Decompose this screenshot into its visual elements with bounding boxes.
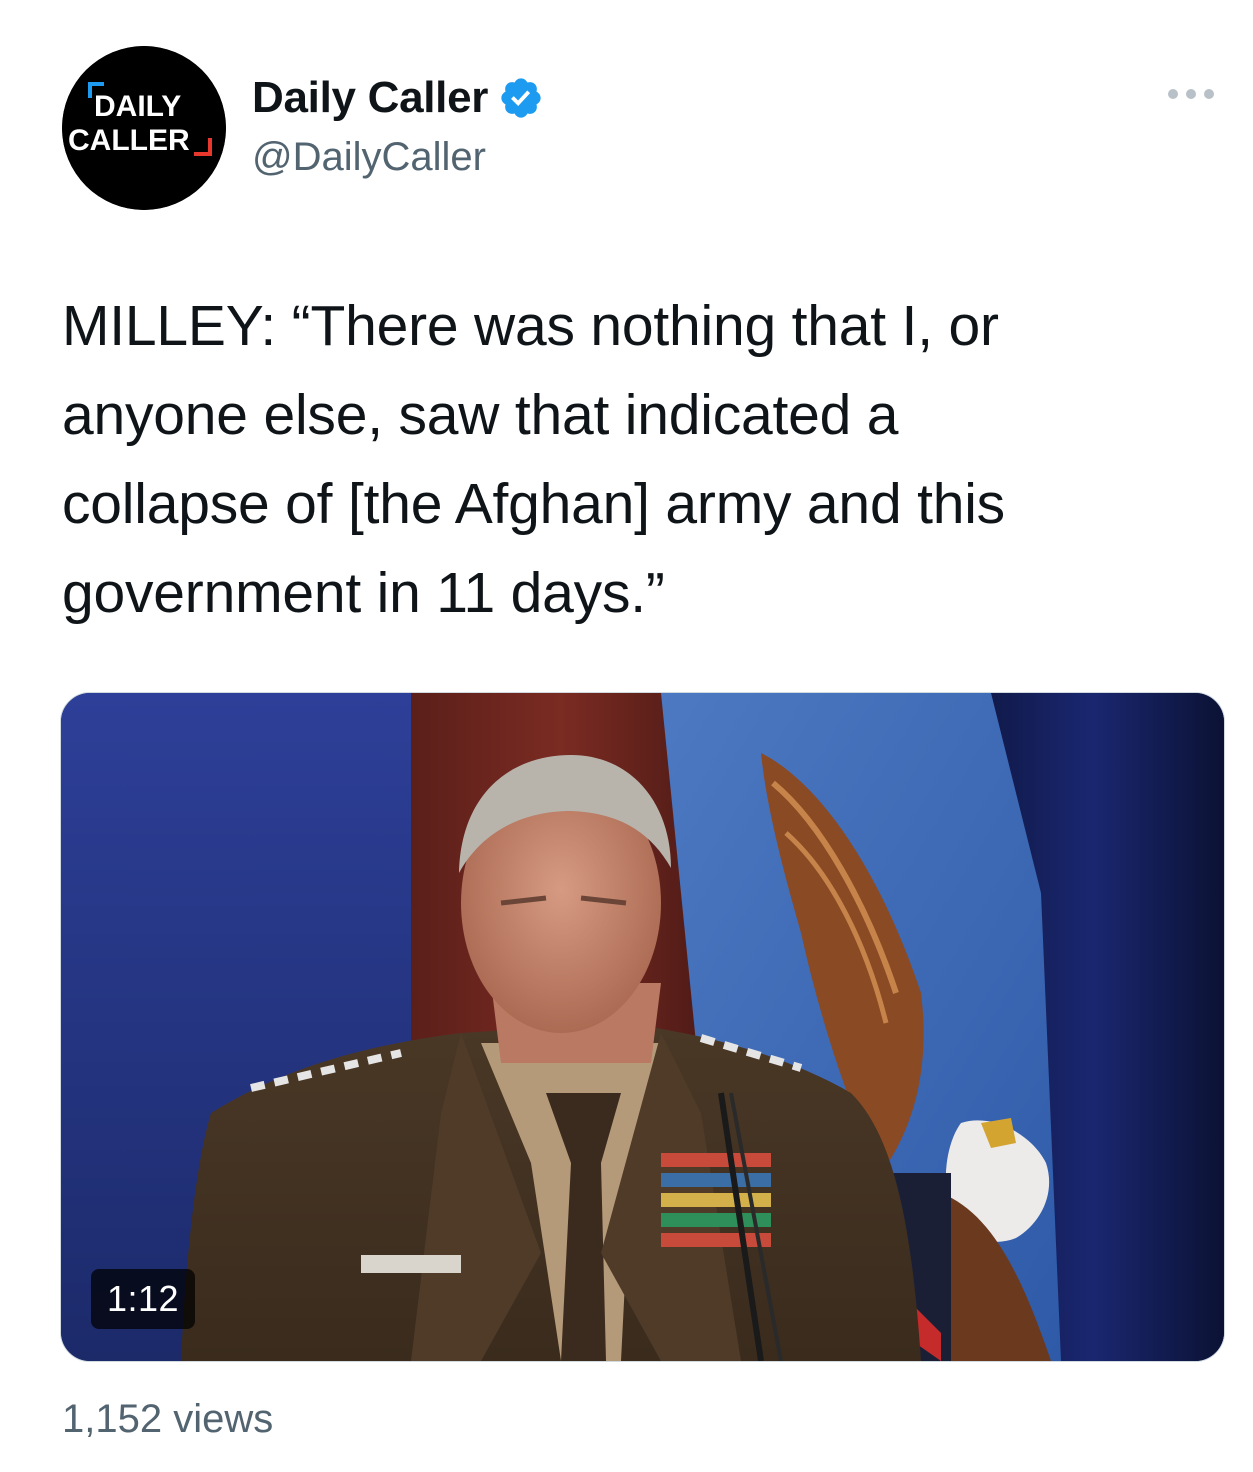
author-name-row[interactable]: Daily Caller [252, 70, 544, 126]
video-duration-badge: 1:12 [91, 1269, 196, 1329]
tweet-text-line: MILLEY: “There was nothing that I, or [62, 294, 999, 358]
more-options-icon[interactable] [1163, 82, 1219, 106]
author-handle[interactable]: @DailyCaller [252, 132, 486, 182]
display-name[interactable]: Daily Caller [252, 70, 488, 126]
avatar-text-daily: DAILY [94, 90, 181, 123]
tweet-text: MILLEY: “There was nothing that I, or an… [62, 282, 1212, 638]
tweet-text-line: collapse of [the Afghan] army and this [62, 472, 1005, 536]
tweet-text-line: anyone else, saw that indicated a [62, 383, 899, 447]
verified-badge-icon [498, 75, 544, 121]
video-thumbnail [61, 693, 1224, 1361]
view-count: 1,152 views [62, 1397, 274, 1441]
tweet-text-line: government in 11 days.” [62, 561, 665, 625]
video-player[interactable]: 1:12 [60, 692, 1225, 1362]
avatar-text-caller: CALLER [68, 124, 190, 157]
avatar[interactable]: DAILY CALLER [62, 46, 226, 210]
daily-caller-logo: DAILY CALLER [62, 46, 226, 210]
